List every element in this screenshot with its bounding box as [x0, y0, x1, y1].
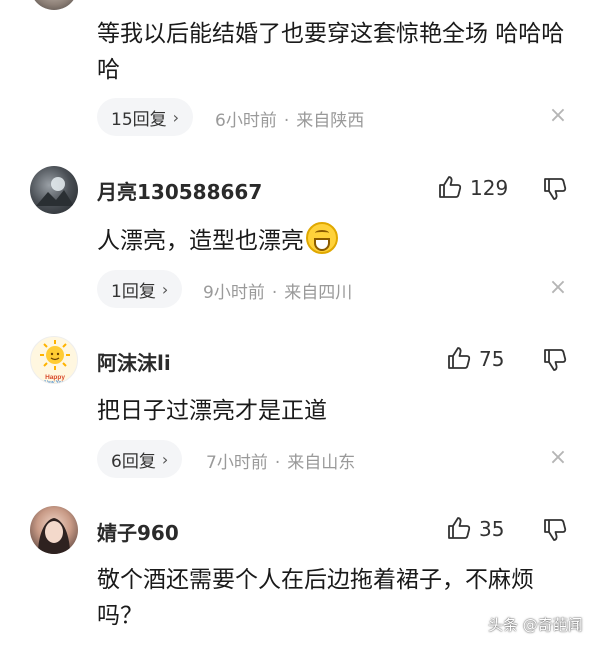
comment-text: 人漂亮，造型也漂亮 [97, 222, 577, 259]
avatar[interactable] [30, 0, 78, 10]
comment-location: 来自陕西 [296, 111, 365, 131]
reply-count: 1回复 [111, 281, 156, 302]
separator: · [274, 453, 281, 473]
comment-time: 9小时前 [203, 283, 265, 303]
close-icon[interactable]: × [548, 105, 568, 127]
like-count: 129 [470, 176, 509, 200]
comment-location: 来自山东 [287, 453, 356, 473]
comment-meta: 6小时前 · 来自陕西 [215, 106, 364, 131]
comment-meta: 7小时前 · 来自山东 [206, 448, 355, 473]
comment-list: 等我以后能结婚了也要穿这套惊艳全场 哈哈哈哈 15回复 › 6小时前 · 来自陕西 … [0, 0, 600, 647]
thumbs-up-icon[interactable] [437, 174, 463, 200]
thumbs-down-icon[interactable] [542, 347, 568, 373]
reply-count: 6回复 [111, 451, 156, 472]
username[interactable]: 婧子960 [97, 517, 179, 546]
chevron-right-icon: › [161, 449, 169, 469]
separator: · [271, 283, 278, 303]
chevron-right-icon: › [172, 107, 180, 127]
close-icon[interactable]: × [548, 447, 568, 469]
grinning-face-emoji [306, 222, 338, 254]
username[interactable]: 月亮130588667 [97, 176, 262, 205]
separator: · [283, 111, 290, 131]
avatar[interactable]: Happy New Year [30, 336, 78, 384]
comment-text-content: 人漂亮，造型也漂亮 [97, 228, 304, 254]
comment-meta: 9小时前 · 来自四川 [203, 278, 352, 303]
thumbs-up-icon[interactable] [446, 515, 472, 541]
close-icon[interactable]: × [548, 277, 568, 299]
watermark: 头条 @奇葩闻 [488, 616, 583, 634]
avatar[interactable] [30, 506, 78, 554]
username[interactable]: 阿沫沫li [97, 347, 171, 376]
thumbs-up-icon[interactable] [446, 345, 472, 371]
reply-button[interactable]: 15回复 › [97, 98, 194, 136]
avatar-image [36, 177, 74, 206]
like-count: 35 [479, 517, 505, 541]
like-count: 75 [479, 347, 505, 371]
avatar-image: Happy New Year [40, 340, 70, 384]
comment-time: 6小时前 [215, 111, 277, 131]
comment-time: 7小时前 [206, 453, 268, 473]
chevron-right-icon: › [161, 279, 169, 299]
comment-location: 来自四川 [284, 283, 353, 303]
reply-button[interactable]: 6回复 › [97, 440, 183, 478]
reply-button[interactable]: 1回复 › [97, 270, 183, 308]
thumbs-down-icon[interactable] [542, 176, 568, 202]
avatar-image [38, 518, 70, 554]
svg-text:New Year: New Year [44, 380, 66, 384]
comment-text: 等我以后能结婚了也要穿这套惊艳全场 哈哈哈哈 [97, 21, 565, 83]
comment-text: 把日子过漂亮才是正道 [97, 398, 327, 424]
avatar[interactable] [30, 166, 78, 214]
reply-count: 15回复 [111, 109, 167, 130]
thumbs-down-icon[interactable] [542, 517, 568, 543]
